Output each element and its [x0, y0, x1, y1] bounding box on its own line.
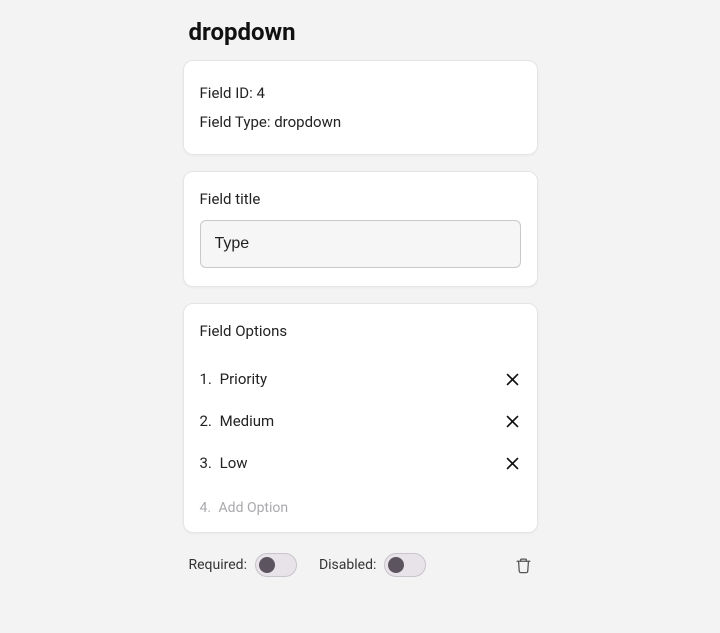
add-option-number: 4. — [200, 500, 212, 516]
page-title: dropdown — [183, 0, 538, 60]
disabled-label: Disabled: — [319, 557, 376, 573]
option-text: 2. Medium — [200, 412, 275, 430]
add-option-button[interactable]: 4. Add Option — [200, 484, 521, 522]
option-number: 2. — [200, 412, 212, 430]
field-options-label: Field Options — [200, 322, 521, 340]
footer-row: Required: Disabled: — [183, 549, 538, 577]
required-label: Required: — [189, 557, 247, 573]
option-text: 1. Priority — [200, 370, 268, 388]
disabled-toggle[interactable] — [384, 553, 426, 577]
delete-field-icon[interactable] — [515, 556, 532, 575]
option-number: 3. — [200, 454, 212, 472]
field-title-label: Field title — [200, 190, 521, 208]
option-label: Priority — [220, 370, 267, 388]
option-number: 1. — [200, 370, 212, 388]
remove-option-icon[interactable] — [504, 455, 521, 472]
disabled-toggle-group: Disabled: — [319, 553, 426, 577]
required-toggle-group: Required: — [189, 553, 297, 577]
field-type-label: Field Type: — [200, 113, 271, 131]
field-type-line: Field Type: dropdown — [200, 108, 521, 137]
field-id-line: Field ID: 4 — [200, 79, 521, 108]
option-row: 1. Priority — [200, 358, 521, 400]
remove-option-icon[interactable] — [504, 413, 521, 430]
option-row: 2. Medium — [200, 400, 521, 442]
field-id-value: 4 — [257, 84, 265, 102]
field-type-value: dropdown — [274, 113, 341, 131]
field-options-card: Field Options 1. Priority 2. Medium 3. L… — [183, 303, 538, 533]
option-label: Medium — [220, 412, 275, 430]
option-label: Low — [220, 454, 248, 472]
field-title-input[interactable] — [200, 220, 521, 268]
field-title-card: Field title — [183, 171, 538, 287]
field-info-card: Field ID: 4 Field Type: dropdown — [183, 60, 538, 155]
field-editor-panel: dropdown Field ID: 4 Field Type: dropdow… — [183, 0, 538, 633]
option-text: 3. Low — [200, 454, 248, 472]
remove-option-icon[interactable] — [504, 371, 521, 388]
field-id-label: Field ID: — [200, 84, 253, 102]
required-toggle[interactable] — [255, 553, 297, 577]
add-option-label: Add Option — [219, 500, 289, 516]
option-row: 3. Low — [200, 442, 521, 484]
